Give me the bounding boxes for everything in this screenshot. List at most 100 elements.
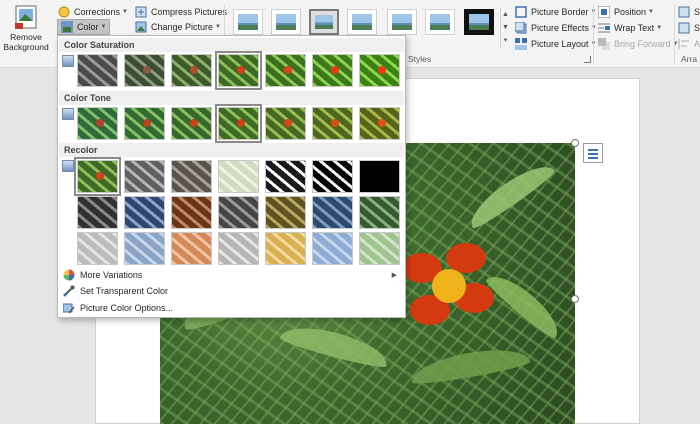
resize-handle-top-right[interactable] [571,139,579,147]
selection-pane-icon [678,6,690,18]
picture-border-icon [515,6,527,18]
saturation-option-5[interactable] [265,54,306,87]
picture-layout-label: Picture Layout [531,39,589,49]
align-label: Al [694,39,700,49]
resize-handle-right[interactable] [571,295,579,303]
recolor-b-option-6[interactable] [312,196,353,229]
remove-background-button[interactable]: Remove Background [0,2,52,64]
corrections-label: Corrections [74,7,121,17]
selection-pane-button[interactable]: Se [678,4,700,20]
position-icon [597,5,611,19]
picture-color-options-label: Picture Color Options... [80,303,174,313]
recolor-b-option-2[interactable] [124,196,165,229]
picture-effects-button[interactable]: Picture Effects▼ [514,20,597,36]
tone-option-5[interactable] [265,107,306,140]
scroll-down-icon[interactable]: ▼ [501,21,510,34]
recolor-c-option-4[interactable] [218,232,259,265]
recolor-c-option-7[interactable] [359,232,400,265]
recolor-row-3 [77,232,400,265]
recolor-row-2 [77,196,400,229]
wrap-text-button[interactable]: Wrap Text ▼ [598,20,662,36]
scroll-up-icon[interactable]: ▲ [501,8,510,21]
recolor-b-option-7[interactable] [359,196,400,229]
color-button[interactable]: Color ▼ [57,19,111,35]
saturation-option-1[interactable] [77,54,118,87]
position-button[interactable]: Position ▼ [597,4,654,20]
recolor-b-option-4[interactable] [218,196,259,229]
saturation-option-4[interactable] [215,51,262,90]
marigold-flower [402,239,498,335]
dialog-launcher-icon[interactable] [584,56,591,63]
recolor-a-option-1[interactable] [74,157,121,196]
picture-layout-icon [515,38,527,50]
recolor-b-option-5[interactable] [265,196,306,229]
compress-pictures-button[interactable]: Compress Pictures [135,4,227,20]
arrange-group-label: Arra [681,54,698,64]
recolor-a-option-3[interactable] [171,160,212,193]
remove-background-icon [13,4,39,30]
gallery-scrollbar[interactable]: ▲ ▼ ▾ [500,8,510,48]
picture-style-4[interactable] [347,9,377,35]
recolor-b-option-3[interactable] [171,196,212,229]
corrections-icon [58,6,70,18]
saturation-option-7[interactable] [359,54,400,87]
recolor-b-option-1[interactable] [77,196,118,229]
picture-style-1[interactable] [233,9,263,35]
compress-pictures-icon [135,6,147,18]
saturation-option-2[interactable] [124,54,165,87]
picture-border-label: Picture Border [531,7,589,17]
more-variations-label: More Variations [80,270,143,280]
recolor-a-option-7[interactable] [359,160,400,193]
tone-option-6[interactable] [312,107,353,140]
send-backward-button[interactable]: Se [678,20,700,36]
tone-option-1[interactable] [77,107,118,140]
saturation-option-3[interactable] [171,54,212,87]
saturation-option-6[interactable] [312,54,353,87]
change-picture-button[interactable]: Change Picture ▼ [135,19,221,35]
group-separator [674,4,675,64]
recolor-c-option-2[interactable] [124,232,165,265]
tone-option-7[interactable] [359,107,400,140]
align-button[interactable]: Al [678,36,700,52]
recolor-icon [62,160,74,172]
tone-option-4[interactable] [215,104,262,143]
picture-effects-icon [514,21,527,34]
layout-options-icon[interactable] [583,143,603,163]
picture-border-button[interactable]: Picture Border▼ [515,4,596,20]
picture-style-2[interactable] [271,9,301,35]
set-transparent-color-item[interactable]: Set Transparent Color [60,283,403,299]
bring-forward-button[interactable]: Bring Forward ▼ [598,36,678,52]
picture-color-options-item[interactable]: Picture Color Options... [60,300,403,316]
recolor-c-option-5[interactable] [265,232,306,265]
color-tone-row [77,104,400,143]
set-transparent-color-label: Set Transparent Color [80,286,169,296]
color-tone-icon [62,108,74,120]
picture-layout-button[interactable]: Picture Layout▼ [515,36,597,52]
change-picture-icon [135,21,147,33]
more-variations-item[interactable]: More Variations ▶ [60,267,403,283]
group-separator [593,4,594,64]
selection-pane-label: Se [694,7,700,17]
corrections-button[interactable]: Corrections ▼ [58,4,128,20]
bring-forward-label: Bring Forward [614,39,671,49]
recolor-a-option-6[interactable] [312,160,353,193]
picture-style-7[interactable] [464,9,494,35]
tone-option-3[interactable] [171,107,212,140]
tone-option-2[interactable] [124,107,165,140]
recolor-c-option-6[interactable] [312,232,353,265]
submenu-arrow-icon: ▶ [391,272,397,279]
recolor-c-option-1[interactable] [77,232,118,265]
color-tone-header: Color Tone [59,91,404,105]
picture-style-3[interactable] [309,9,339,35]
color-icon [61,21,73,33]
picture-style-5[interactable] [387,9,417,35]
recolor-a-option-5[interactable] [265,160,306,193]
color-saturation-header: Color Saturation [59,38,404,52]
recolor-a-option-4[interactable] [218,160,259,193]
recolor-a-option-2[interactable] [124,160,165,193]
change-picture-label: Change Picture [151,22,214,32]
recolor-c-option-3[interactable] [171,232,212,265]
send-backward-label: Se [694,23,700,33]
more-styles-icon[interactable]: ▾ [501,34,510,47]
picture-style-6[interactable] [425,9,455,35]
